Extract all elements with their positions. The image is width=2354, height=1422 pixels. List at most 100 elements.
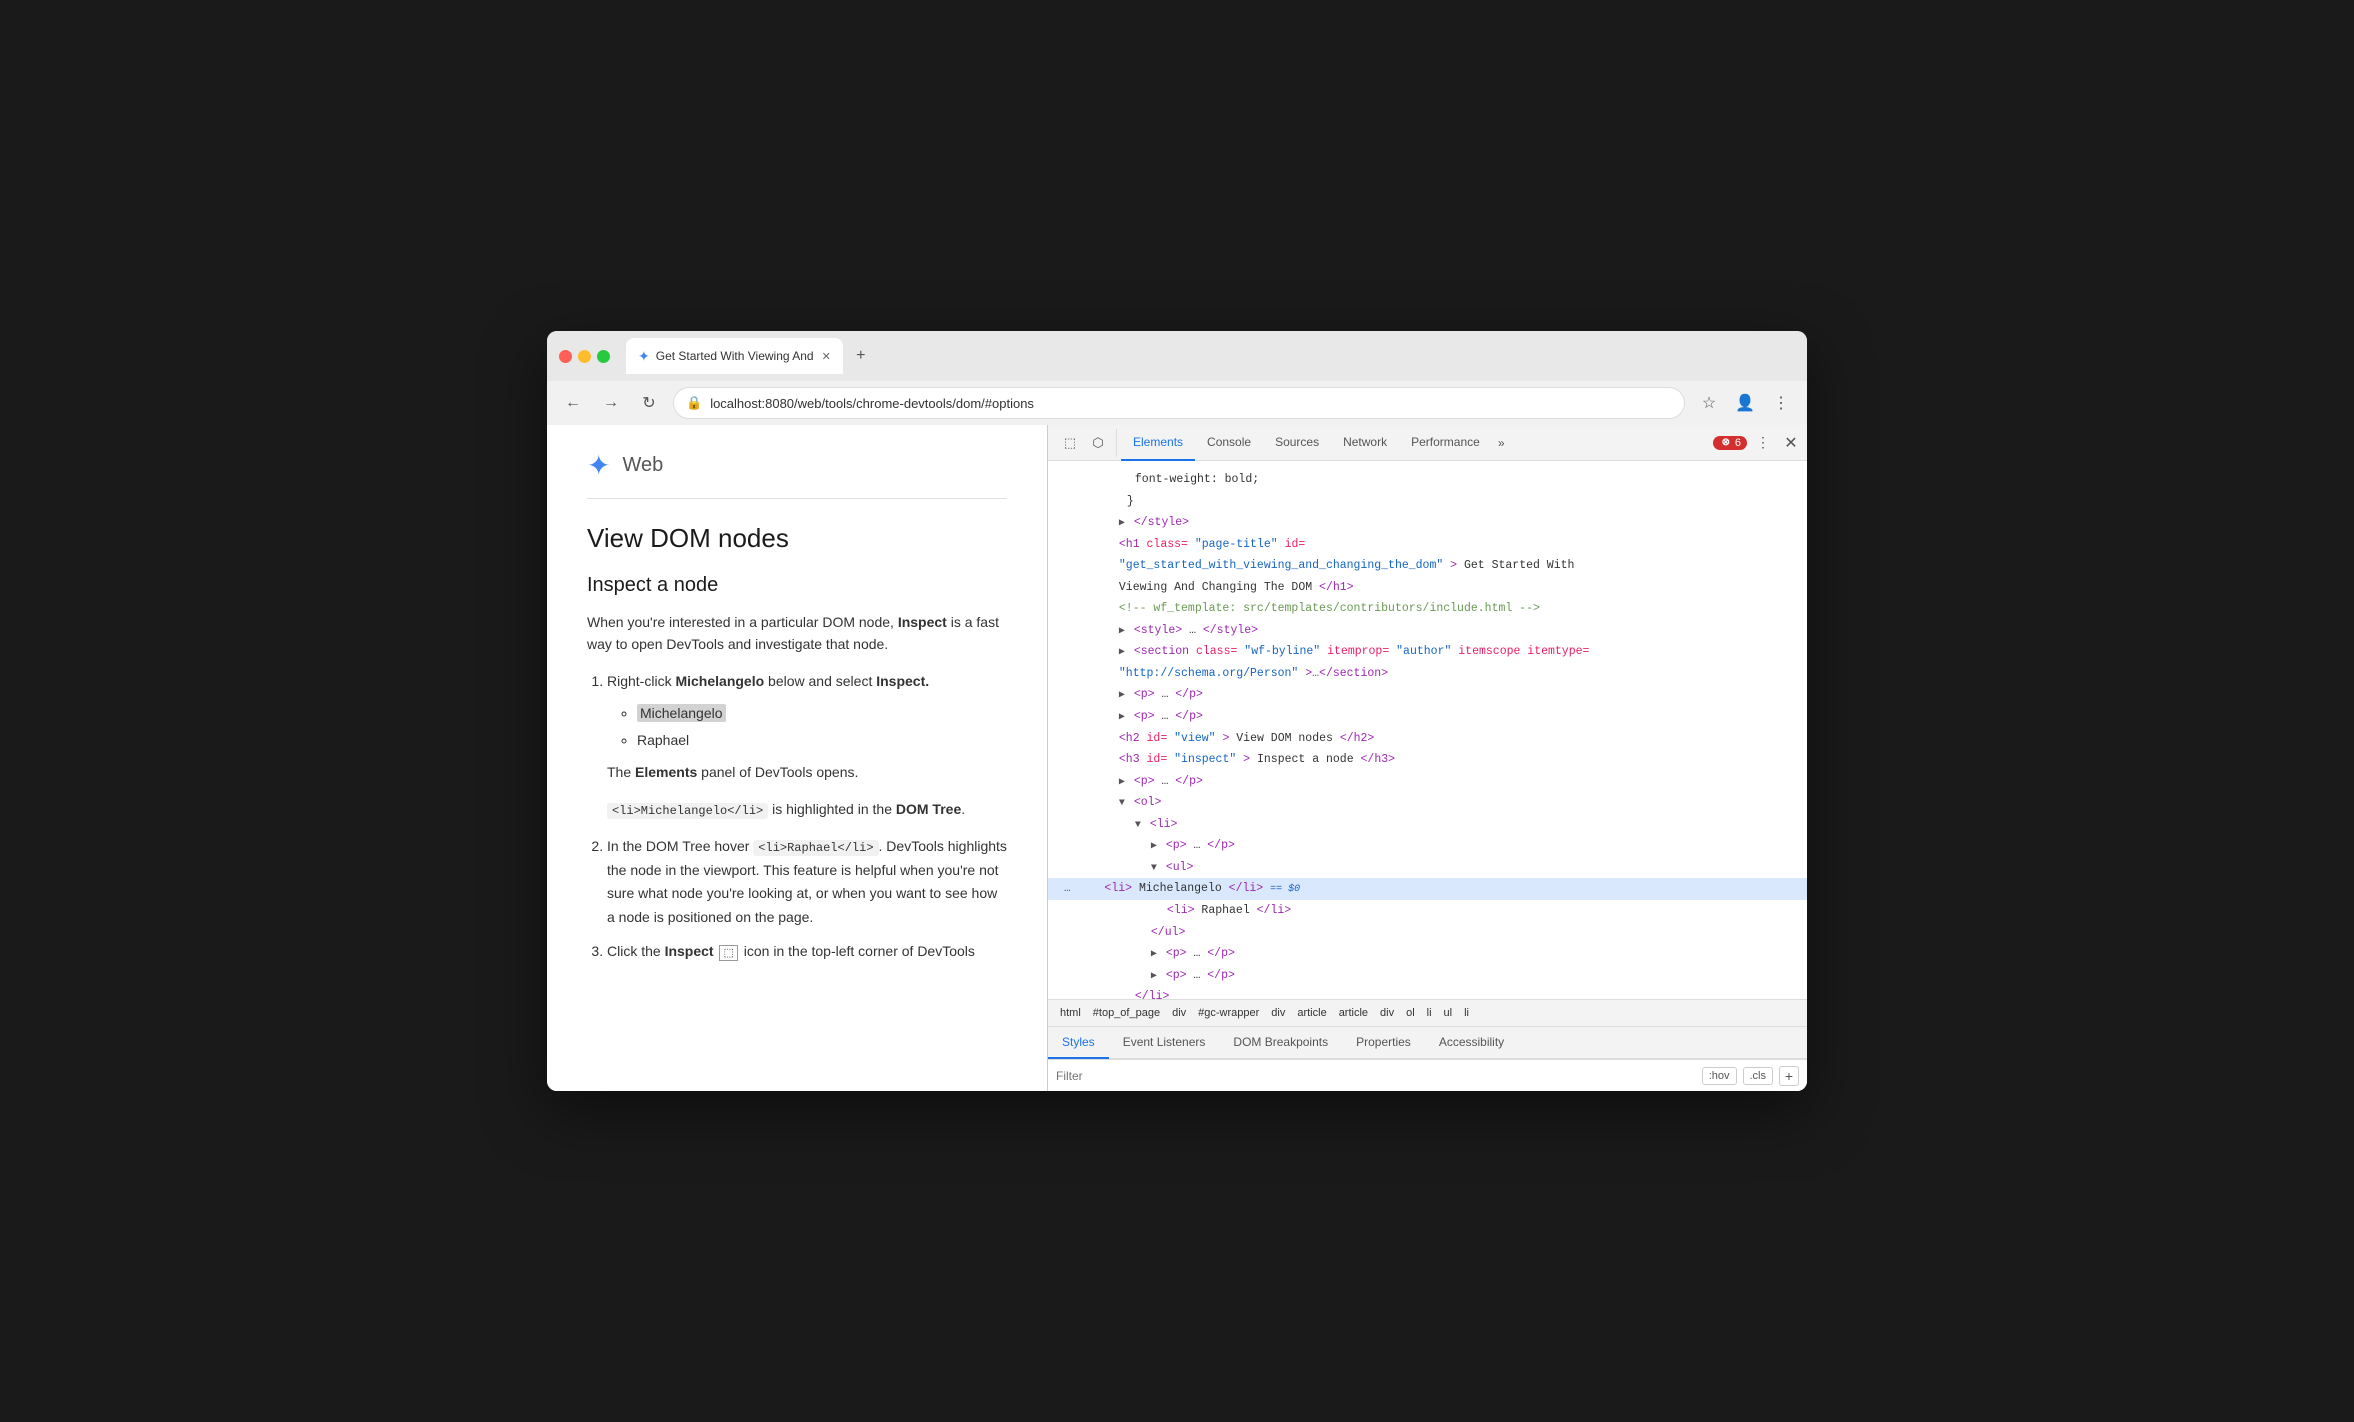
dom-tag: </style> <box>1134 516 1189 529</box>
dom-line[interactable]: "get_started_with_viewing_and_changing_t… <box>1048 555 1807 577</box>
breadcrumb-gc-wrapper[interactable]: #gc-wrapper <box>1194 1005 1263 1021</box>
breadcrumb-li-2[interactable]: li <box>1460 1005 1473 1021</box>
tab-network[interactable]: Network <box>1331 425 1399 461</box>
collapse-icon[interactable]: ▶ <box>1119 626 1125 637</box>
dom-line[interactable]: ▼ <li> <box>1048 814 1807 836</box>
dom-line[interactable]: ▶ <p> … </p> <box>1048 684 1807 706</box>
dom-line[interactable]: ▶ <p> … </p> <box>1048 835 1807 857</box>
dom-text: Get Started With <box>1464 559 1574 572</box>
breadcrumb-div-3[interactable]: div <box>1376 1005 1398 1021</box>
hov-badge[interactable]: :hov <box>1702 1067 1737 1085</box>
breadcrumb-ol[interactable]: ol <box>1402 1005 1419 1021</box>
url-bar[interactable]: 🔒 localhost:8080/web/tools/chrome-devtoo… <box>673 387 1685 419</box>
breadcrumb-ul[interactable]: ul <box>1440 1005 1457 1021</box>
dom-line[interactable]: ▶ <p> … </p> <box>1048 943 1807 965</box>
dom-line[interactable]: ▶ <p> … </p> <box>1048 771 1807 793</box>
devtools-menu-button[interactable]: ⋮ <box>1751 431 1775 455</box>
page-content: ✦ Web View DOM nodes Inspect a node When… <box>547 425 1047 1091</box>
dom-line[interactable]: ▶ <style> … </style> <box>1048 620 1807 642</box>
dom-attr-value: "http://schema.org/Person" <box>1119 667 1298 680</box>
breadcrumb-article-1[interactable]: article <box>1293 1005 1330 1021</box>
dom-text: Viewing And Changing The DOM <box>1119 581 1312 594</box>
dom-line[interactable]: ▶ <p> … </p> <box>1048 706 1807 728</box>
dom-line[interactable]: ▼ <ul> <box>1048 857 1807 879</box>
tab-styles[interactable]: Styles <box>1048 1027 1109 1059</box>
filter-input[interactable] <box>1056 1069 1694 1083</box>
collapse-icon[interactable]: ▶ <box>1119 777 1125 788</box>
dom-line-selected[interactable]: … <li> Michelangelo </li> == $0 <box>1048 878 1807 900</box>
dom-line[interactable]: <li> Raphael </li> <box>1048 900 1807 922</box>
dom-line[interactable]: } <box>1048 491 1807 513</box>
tab-properties[interactable]: Properties <box>1342 1027 1425 1059</box>
tab-elements[interactable]: Elements <box>1121 425 1195 461</box>
devtools-device-icon[interactable]: ⬡ <box>1086 429 1110 457</box>
collapse-icon[interactable]: ▼ <box>1119 798 1125 809</box>
minimize-traffic-light[interactable] <box>578 350 591 363</box>
collapse-icon[interactable]: ▼ <box>1151 863 1157 874</box>
collapse-icon[interactable]: ▶ <box>1151 971 1157 982</box>
breadcrumb-top-of-page[interactable]: #top_of_page <box>1089 1005 1164 1021</box>
url-text: localhost:8080/web/tools/chrome-devtools… <box>710 396 1672 411</box>
active-tab[interactable]: ✦ Get Started With Viewing And ✕ <box>626 338 843 374</box>
code-li-raphael: <li>Raphael</li> <box>753 840 878 856</box>
dom-line[interactable]: <h2 id= "view" > View DOM nodes </h2> <box>1048 728 1807 750</box>
list-item-2: In the DOM Tree hover <li>Raphael</li>. … <box>607 835 1007 930</box>
dom-line[interactable]: Viewing And Changing The DOM </h1> <box>1048 577 1807 599</box>
dom-attr-value: "page-title" <box>1195 538 1278 551</box>
inspect-bold-1: Inspect. <box>876 673 929 689</box>
elements-bold: Elements <box>635 764 697 780</box>
collapse-icon[interactable]: ▶ <box>1151 949 1157 960</box>
collapse-icon[interactable]: ▶ <box>1119 647 1125 658</box>
profile-button[interactable]: 👤 <box>1731 389 1759 417</box>
tab-sources[interactable]: Sources <box>1263 425 1331 461</box>
devtools-tab-bar: ⬚ ⬡ Elements Console Sources Network Per… <box>1048 425 1807 461</box>
tab-event-listeners[interactable]: Event Listeners <box>1109 1027 1220 1059</box>
tab-console[interactable]: Console <box>1195 425 1263 461</box>
dom-tree-bold: DOM Tree <box>896 801 961 817</box>
ellipsis-indicator: … <box>1064 883 1071 895</box>
dom-line[interactable]: <h1 class= "page-title" id= <box>1048 534 1807 556</box>
dom-line[interactable]: </li> <box>1048 986 1807 999</box>
tab-dom-breakpoints[interactable]: DOM Breakpoints <box>1219 1027 1342 1059</box>
collapse-icon[interactable]: ▶ <box>1119 712 1125 723</box>
devtools-close-button[interactable]: ✕ <box>1779 431 1803 455</box>
dom-tag: </style> <box>1203 624 1258 637</box>
tab-overflow[interactable]: » <box>1492 436 1511 450</box>
breadcrumb-html[interactable]: html <box>1056 1005 1085 1021</box>
breadcrumb-li-1[interactable]: li <box>1423 1005 1436 1021</box>
refresh-button[interactable]: ↻ <box>635 389 663 417</box>
back-button[interactable]: ← <box>559 389 587 417</box>
dom-line[interactable]: </ul> <box>1048 922 1807 944</box>
maximize-traffic-light[interactable] <box>597 350 610 363</box>
collapse-icon[interactable]: ▶ <box>1151 841 1157 852</box>
dom-line[interactable]: ▶ </style> <box>1048 512 1807 534</box>
add-filter-button[interactable]: + <box>1779 1066 1799 1086</box>
forward-button[interactable]: → <box>597 389 625 417</box>
devtools-select-icon[interactable]: ⬚ <box>1058 429 1082 457</box>
tab-accessibility[interactable]: Accessibility <box>1425 1027 1518 1059</box>
tab-close-button[interactable]: ✕ <box>822 350 831 363</box>
breadcrumb-article-2[interactable]: article <box>1335 1005 1372 1021</box>
dom-line[interactable]: <!-- wf_template: src/templates/contribu… <box>1048 598 1807 620</box>
collapse-icon[interactable]: ▶ <box>1119 690 1125 701</box>
dom-tree[interactable]: font-weight: bold; } ▶ </style> <h1 clas… <box>1048 461 1807 999</box>
new-tab-button[interactable]: + <box>847 342 875 370</box>
dom-line[interactable]: font-weight: bold; <box>1048 469 1807 491</box>
breadcrumb-div-2[interactable]: div <box>1267 1005 1289 1021</box>
dom-line[interactable]: "http://schema.org/Person" >…</section> <box>1048 663 1807 685</box>
cls-badge[interactable]: .cls <box>1743 1067 1774 1085</box>
tab-performance[interactable]: Performance <box>1399 425 1492 461</box>
dom-tag: <ul> <box>1166 861 1194 874</box>
error-badge: ⊗ 6 <box>1713 436 1747 450</box>
menu-button[interactable]: ⋮ <box>1767 389 1795 417</box>
dom-line[interactable]: ▼ <ol> <box>1048 792 1807 814</box>
dom-line[interactable]: ▶ <p> … </p> <box>1048 965 1807 987</box>
breadcrumb-div-1[interactable]: div <box>1168 1005 1190 1021</box>
collapse-icon[interactable]: ▶ <box>1119 518 1125 529</box>
dom-tag: </p> <box>1207 947 1235 960</box>
star-button[interactable]: ☆ <box>1695 389 1723 417</box>
collapse-icon[interactable]: ▼ <box>1135 820 1141 831</box>
close-traffic-light[interactable] <box>559 350 572 363</box>
dom-line[interactable]: ▶ <section class= "wf-byline" itemprop= … <box>1048 641 1807 663</box>
dom-line[interactable]: <h3 id= "inspect" > Inspect a node </h3> <box>1048 749 1807 771</box>
